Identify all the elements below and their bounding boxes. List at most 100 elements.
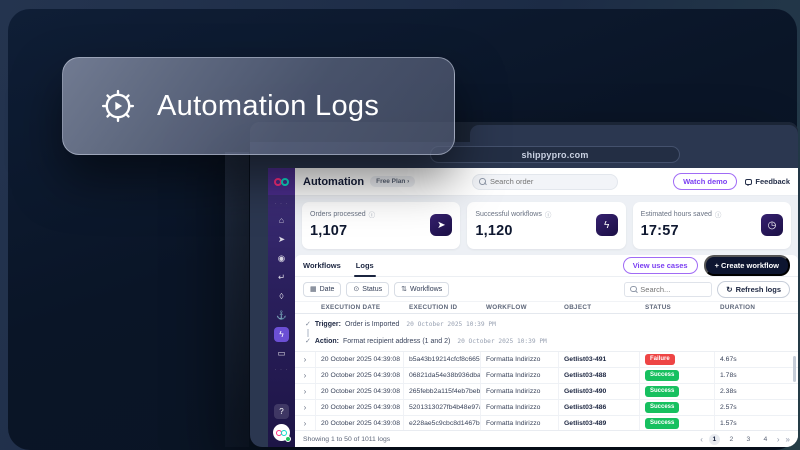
browser-tab[interactable] <box>470 125 798 143</box>
info-icon[interactable]: ⓘ <box>545 209 552 219</box>
shippypro-avatar[interactable] <box>273 424 291 442</box>
row-expand-chevron[interactable]: › <box>295 368 316 383</box>
order-search[interactable] <box>472 173 618 190</box>
create-workflow-button[interactable]: + Create workflow <box>703 255 790 276</box>
tabs-row: Workflows Logs View use cases + Create w… <box>295 255 798 277</box>
cell-workflow: Formatta Indirizzo <box>481 368 559 383</box>
column-header[interactable]: DURATION <box>715 304 798 311</box>
return-arrow-icon[interactable]: ↵ <box>274 270 289 285</box>
table-footer: Showing 1 to 50 of 1011 logs ‹ 1 2 3 4 ›… <box>295 430 798 447</box>
page-button[interactable]: 3 <box>743 434 754 445</box>
page-title: Automation <box>303 175 365 188</box>
table-row[interactable]: › 20 October 2025 04:39:08 b5a43b19214cf… <box>295 352 798 368</box>
filter-label: Workflows <box>410 285 443 293</box>
logs-search-input[interactable] <box>640 284 707 294</box>
trigger-text: Order is Imported <box>344 321 400 328</box>
gear-play-icon <box>101 89 135 123</box>
status-badge: Success <box>645 402 680 413</box>
plan-badge[interactable]: Free Plan › <box>370 176 416 187</box>
table-row[interactable]: › 20 October 2025 04:39:08 265febb2a115f… <box>295 384 798 400</box>
next-page-icon[interactable]: › <box>777 435 780 444</box>
tab[interactable]: Workflows <box>303 255 341 276</box>
cell-execution-date: 20 October 2025 04:39:08 <box>316 400 404 415</box>
column-header[interactable]: WORKFLOW <box>481 304 559 311</box>
results-summary: Showing 1 to 50 of 1011 logs <box>303 435 391 443</box>
watch-demo-button[interactable]: Watch demo <box>673 173 738 190</box>
page-button[interactable]: 2 <box>726 434 737 445</box>
refresh-icon: ↻ <box>726 284 733 294</box>
chat-icon[interactable]: ▭ <box>274 346 289 361</box>
row-expand-chevron[interactable]: › <box>295 352 316 367</box>
help-icon[interactable]: ? <box>274 404 289 419</box>
prev-page-icon[interactable]: ‹ <box>700 435 703 444</box>
info-icon[interactable]: ⓘ <box>715 209 722 219</box>
step-connector <box>307 329 309 337</box>
location-pin-icon[interactable]: ◉ <box>274 251 289 266</box>
home-icon[interactable]: ⌂ <box>274 213 289 228</box>
clock-icon: ◷ <box>760 214 783 236</box>
column-header[interactable]: EXECUTION ID <box>404 304 481 311</box>
cell-object: Getlist03-491 <box>559 352 640 367</box>
app-page: · · · ⌂ ➤ ◉ ↵ ◊ ⚓ ϟ ▭ · · · ? Automation… <box>268 168 798 447</box>
cell-object: Getlist03-488 <box>559 368 640 383</box>
column-header[interactable]: EXECUTION DATE <box>316 304 404 311</box>
tab[interactable]: Logs <box>353 255 376 277</box>
filter-button[interactable]: ▦ Date <box>303 281 342 297</box>
page-button[interactable]: 1 <box>708 433 720 445</box>
row-expand-chevron[interactable]: › <box>295 400 316 415</box>
row-expand-chevron[interactable]: › <box>295 416 316 430</box>
action-line: ✓ Action: Format recipient address (1 an… <box>305 337 547 345</box>
page-button[interactable]: 4 <box>760 434 771 445</box>
feature-badge-label: Automation Logs <box>157 89 380 122</box>
table-row[interactable]: › 20 October 2025 04:39:08 5201313027fb4… <box>295 400 798 416</box>
feedback-button[interactable]: Feedback <box>745 177 790 186</box>
cell-execution-id: e228ae5c9cbc8d1467be... <box>404 416 481 430</box>
status-badge: Failure <box>645 354 675 365</box>
pagination: ‹ 1 2 3 4 › » <box>700 433 790 445</box>
table-row[interactable]: › 20 October 2025 04:39:08 e228ae5c9cbc8… <box>295 416 798 430</box>
table-scrollbar[interactable] <box>793 356 796 382</box>
expanded-log-detail: ✓ Trigger: Order is Imported 20 October … <box>295 314 798 352</box>
droplet-icon[interactable]: ◊ <box>274 289 289 304</box>
cell-workflow: Formatta Indirizzo <box>481 384 559 399</box>
column-header[interactable]: STATUS <box>640 304 715 311</box>
row-expand-chevron[interactable]: › <box>295 384 316 399</box>
column-header[interactable]: OBJECT <box>559 304 640 311</box>
address-bar[interactable]: shippypro.com <box>430 146 680 163</box>
order-search-input[interactable] <box>490 177 611 186</box>
cell-object: Getlist03-489 <box>559 416 640 430</box>
stat-label: Successful workflows <box>475 210 542 218</box>
sidebar-divider-dots: · · · <box>274 201 289 207</box>
info-icon[interactable]: ⓘ <box>369 209 376 219</box>
table-header: EXECUTION DATE EXECUTION ID WORKFLOW OBJ… <box>295 301 798 314</box>
filter-button[interactable]: ⇅ Workflows <box>394 281 450 297</box>
cell-duration: 2.57s <box>720 404 737 411</box>
cell-execution-date: 20 October 2025 04:39:08 <box>316 368 404 383</box>
status-badge: Success <box>645 370 680 381</box>
status-badge: Success <box>645 418 680 429</box>
ship-icon[interactable]: ⚓ <box>274 308 289 323</box>
sidebar-nav: ⌂ ➤ ◉ ↵ ◊ ⚓ ϟ ▭ <box>274 213 289 361</box>
table-row[interactable]: › 20 October 2025 04:39:08 06821da54e38b… <box>295 368 798 384</box>
cell-status: Success <box>640 416 715 430</box>
logs-search[interactable] <box>624 281 713 297</box>
filter-button[interactable]: ⊙ Status <box>346 281 390 297</box>
shippypro-logo-icon <box>274 177 289 186</box>
view-use-cases-button[interactable]: View use cases <box>622 257 698 274</box>
last-page-icon[interactable]: » <box>786 435 790 444</box>
shippypro-logo-tile[interactable] <box>268 168 295 195</box>
shippypro-logo-icon <box>276 429 287 436</box>
send-icon[interactable]: ➤ <box>274 232 289 247</box>
cell-workflow: Formatta Indirizzo <box>481 416 559 430</box>
cell-execution-id: 5201313027fb4b48e97a... <box>404 400 481 415</box>
check-icon: ✓ <box>305 338 311 345</box>
stat-label: Orders processed <box>310 210 366 218</box>
refresh-logs-button[interactable]: ↻ Refresh logs <box>717 280 790 298</box>
automation-bolt-icon[interactable]: ϟ <box>274 327 289 342</box>
action-timestamp: 20 October 2025 10:39 PM <box>457 338 547 345</box>
cell-execution-date: 20 October 2025 04:39:08 <box>316 352 404 367</box>
cell-workflow: Formatta Indirizzo <box>481 352 559 367</box>
cell-duration: 4.67s <box>720 356 737 363</box>
cell-execution-date: 20 October 2025 04:39:08 <box>316 384 404 399</box>
backdrop-light-strip <box>225 152 249 447</box>
